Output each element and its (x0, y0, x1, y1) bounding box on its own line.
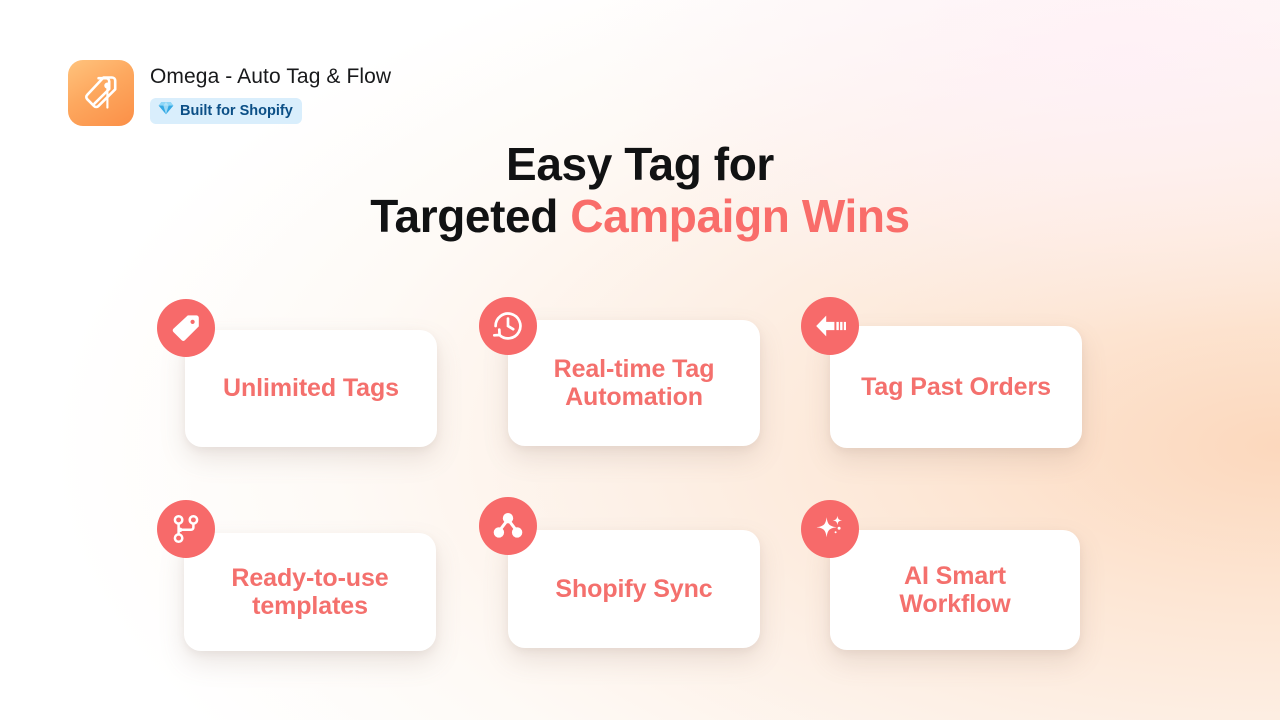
tag-icon (157, 299, 215, 357)
share-nodes-icon (479, 497, 537, 555)
feature-card-body[interactable]: Unlimited Tags (185, 330, 437, 447)
sparkle-icon (801, 500, 859, 558)
promo-page: Omega - Auto Tag & Flow Built for Shopif… (0, 0, 1280, 720)
feature-card-title: Shopify Sync (555, 574, 713, 603)
arrow-left-dashes-icon (801, 297, 859, 355)
clock-history-icon (479, 297, 537, 355)
feature-card-body[interactable]: Tag Past Orders (830, 326, 1082, 448)
feature-card-title: Ready-to-use templates (231, 563, 389, 620)
feature-card-body[interactable]: Ready-to-use templates (184, 533, 436, 651)
feature-card-title: Unlimited Tags (223, 374, 399, 403)
feature-card-body[interactable]: Real-time Tag Automation (508, 320, 760, 446)
git-branch-icon (157, 500, 215, 558)
feature-card-body[interactable]: Shopify Sync (508, 530, 760, 648)
feature-card-title: AI Smart Workflow (899, 561, 1011, 618)
feature-card-title: Tag Past Orders (861, 372, 1051, 401)
feature-card-body[interactable]: AI Smart Workflow (830, 530, 1080, 650)
feature-cards-grid: Unlimited Tags Real-time Tag Automation (0, 0, 1280, 720)
feature-card-title: Real-time Tag Automation (553, 354, 715, 411)
